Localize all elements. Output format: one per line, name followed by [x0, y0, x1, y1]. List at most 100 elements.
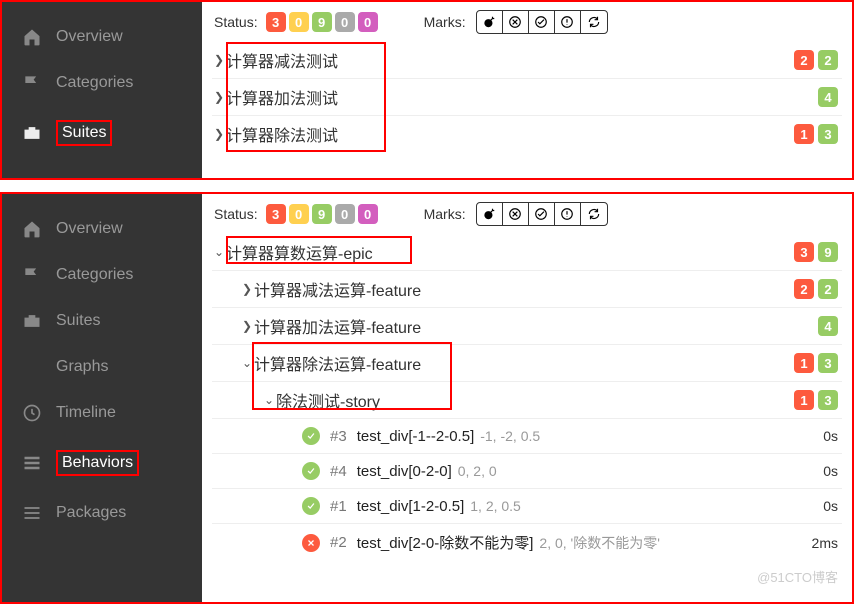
- test-duration: 0s: [823, 428, 838, 444]
- status-badge[interactable]: 9: [312, 204, 332, 224]
- count-badge: 3: [818, 353, 838, 373]
- status-badge[interactable]: 0: [289, 204, 309, 224]
- epic-row[interactable]: ⌄计算器算数运算-epic39: [212, 234, 842, 270]
- count-badges: 22: [794, 279, 838, 299]
- suite-row[interactable]: ❯ 计算器除法测试13: [212, 115, 842, 152]
- test-duration: 0s: [823, 463, 838, 479]
- test-params: 0, 2, 0: [458, 463, 497, 479]
- status-badge[interactable]: 0: [335, 204, 355, 224]
- epic-title: 计算器算数运算-epic: [226, 240, 794, 264]
- mark-bomb-button[interactable]: [477, 203, 503, 225]
- mark-alert-button[interactable]: [555, 11, 581, 33]
- mark-x-button[interactable]: [503, 11, 529, 33]
- count-badge: 3: [794, 242, 814, 262]
- count-badges: 13: [794, 353, 838, 373]
- highlight-box: Suites: [56, 120, 112, 146]
- sidebar-item-overview[interactable]: Overview: [2, 14, 202, 60]
- status-label: Status:: [214, 14, 258, 30]
- feature-row[interactable]: ❯ 计算器减法运算-feature22: [212, 270, 842, 307]
- test-row[interactable]: #1test_div[1-2-0.5]1, 2, 0.50s: [212, 488, 842, 523]
- status-badge[interactable]: 0: [335, 12, 355, 32]
- status-badges: 30900: [266, 204, 378, 224]
- story-row[interactable]: ⌄ 除法测试-story13: [212, 381, 842, 418]
- sidebar-item-graphs[interactable]: Graphs: [2, 344, 202, 390]
- count-badges: 4: [818, 316, 838, 336]
- test-row[interactable]: #2test_div[2-0-除数不能为零]2, 0, '除数不能为零'2ms: [212, 523, 842, 561]
- sidebar-item-overview[interactable]: Overview: [2, 206, 202, 252]
- test-row[interactable]: #3test_div[-1--2-0.5]-1, -2, 0.50s: [212, 418, 842, 453]
- chevron-right-icon[interactable]: ❯: [212, 90, 226, 104]
- sidebar-item-label: Packages: [56, 504, 126, 522]
- status-badge[interactable]: 9: [312, 12, 332, 32]
- suites-tree: ❯ 计算器减法测试22❯ 计算器加法测试4❯ 计算器除法测试13: [202, 40, 852, 178]
- briefcase-icon: [22, 312, 42, 330]
- chevron-right-icon[interactable]: ❯: [240, 282, 254, 296]
- clock-icon: [22, 404, 42, 422]
- suite-title: 计算器减法测试: [226, 48, 794, 72]
- test-name: test_div[1-2-0.5]: [357, 498, 465, 515]
- mark-refresh-button[interactable]: [581, 203, 607, 225]
- suite-row[interactable]: ❯ 计算器加法测试4: [212, 78, 842, 115]
- count-badge: 4: [818, 87, 838, 107]
- count-badge: 4: [818, 316, 838, 336]
- count-badge: 3: [818, 124, 838, 144]
- feature-row[interactable]: ❯ 计算器加法运算-feature4: [212, 307, 842, 344]
- chevron-down-icon[interactable]: ⌄: [212, 245, 226, 259]
- chevron-right-icon[interactable]: ❯: [240, 319, 254, 333]
- chevron-right-icon[interactable]: ❯: [212, 53, 226, 67]
- suite-title: 计算器除法测试: [226, 122, 794, 146]
- status-badge[interactable]: 3: [266, 204, 286, 224]
- mark-x-button[interactable]: [503, 203, 529, 225]
- count-badges: 39: [794, 242, 838, 262]
- chevron-right-icon[interactable]: ❯: [212, 127, 226, 141]
- test-row[interactable]: #4test_div[0-2-0]0, 2, 00s: [212, 453, 842, 488]
- feature-row[interactable]: ⌄ 计算器除法运算-feature13: [212, 344, 842, 381]
- status-badge[interactable]: 0: [358, 204, 378, 224]
- sidebar-item-timeline[interactable]: Timeline: [2, 390, 202, 436]
- test-duration: 0s: [823, 498, 838, 514]
- toolbar-bottom: Status:30900Marks:: [202, 194, 852, 232]
- list-icon: [22, 454, 42, 472]
- suite-title: 计算器加法测试: [226, 85, 818, 109]
- status-badge[interactable]: 0: [289, 12, 309, 32]
- mark-alert-button[interactable]: [555, 203, 581, 225]
- count-badge: 1: [794, 124, 814, 144]
- suites-main: Status:30900Marks: ❯ 计算器减法测试22❯ 计算器加法测试4…: [202, 2, 852, 178]
- status-badge[interactable]: 0: [358, 12, 378, 32]
- sidebar-item-categories[interactable]: Categories: [2, 60, 202, 106]
- sidebar-item-label: Categories: [56, 74, 133, 92]
- mark-refresh-button[interactable]: [581, 11, 607, 33]
- count-badge: 2: [794, 279, 814, 299]
- count-badge: 2: [794, 50, 814, 70]
- suite-row[interactable]: ❯ 计算器减法测试22: [212, 42, 842, 78]
- sidebar-item-suites[interactable]: Suites: [2, 298, 202, 344]
- sidebar-item-behaviors[interactable]: Behaviors: [2, 436, 202, 490]
- status-badges: 30900: [266, 12, 378, 32]
- test-params: -1, -2, 0.5: [480, 428, 540, 444]
- sidebar-item-categories[interactable]: Categories: [2, 252, 202, 298]
- fail-icon: [302, 534, 320, 552]
- mark-check-button[interactable]: [529, 203, 555, 225]
- pass-icon: [302, 497, 320, 515]
- sidebar-item-suites[interactable]: Suites: [2, 106, 202, 160]
- count-badge: 1: [794, 390, 814, 410]
- status-badge[interactable]: 3: [266, 12, 286, 32]
- sidebar-item-packages[interactable]: Packages: [2, 490, 202, 536]
- sidebar-item-label: Timeline: [56, 404, 116, 422]
- test-duration: 2ms: [812, 535, 838, 551]
- home-icon: [22, 220, 42, 238]
- marks-label: Marks:: [424, 14, 466, 30]
- behaviors-panel: OverviewCategoriesSuitesGraphs Timeline Be…: [0, 192, 854, 604]
- test-params: 2, 0, '除数不能为零': [539, 533, 659, 553]
- mark-bomb-button[interactable]: [477, 11, 503, 33]
- mark-check-button[interactable]: [529, 11, 555, 33]
- pass-icon: [302, 427, 320, 445]
- flag-icon: [22, 266, 42, 284]
- count-badges: 22: [794, 50, 838, 70]
- count-badge: 9: [818, 242, 838, 262]
- chevron-down-icon[interactable]: ⌄: [262, 393, 276, 407]
- toolbar-top: Status:30900Marks:: [202, 2, 852, 40]
- test-number: #4: [330, 463, 347, 480]
- chevron-down-icon[interactable]: ⌄: [240, 356, 254, 370]
- bars-icon: [22, 504, 42, 522]
